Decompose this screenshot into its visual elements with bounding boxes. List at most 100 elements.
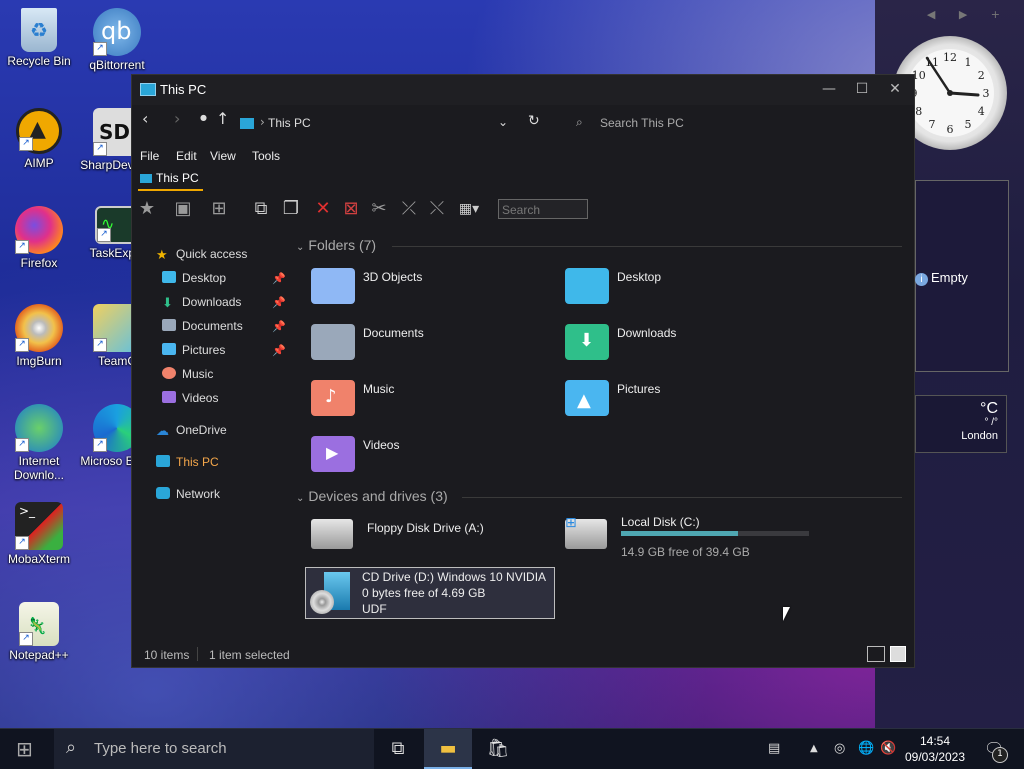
address-dropdown-icon[interactable]: ⌄ — [498, 115, 508, 129]
tab-this-pc[interactable]: This PC — [138, 171, 203, 191]
desktop-icon-internet-download-manager[interactable]: ↗ Internet Downlo... — [0, 404, 78, 482]
nav-desktop[interactable]: Desktop — [162, 268, 226, 288]
tray-overflow-icon[interactable]: ▲ — [810, 729, 818, 769]
drive-floppy[interactable]: Floppy Disk Drive (A:) — [311, 515, 551, 555]
weather-temps: ° /° — [984, 417, 998, 428]
minimize-button[interactable]: — — [812, 75, 846, 103]
desktop-icon-firefox[interactable]: ↗ Firefox — [0, 206, 78, 270]
folder-videos[interactable]: ▶ Videos — [311, 436, 551, 486]
pin-icon[interactable]: 📌 — [272, 296, 286, 309]
store-icon[interactable]: 🛍 — [474, 729, 522, 769]
nav-documents[interactable]: Documents — [162, 316, 243, 336]
disconnect-icon[interactable]: ⤫ — [398, 199, 420, 219]
nav-network[interactable]: Network — [156, 484, 220, 504]
desktop-icon-notepadpp[interactable]: 🦎 ↗ Notepad++ — [0, 602, 78, 662]
search-input[interactable]: Search This PC — [600, 116, 684, 130]
group-divider — [462, 497, 902, 498]
title-bar[interactable]: This PC — ☐ ✕ — [132, 75, 914, 105]
delete-window-icon[interactable]: ⊠ — [340, 199, 362, 219]
remove-icon[interactable]: ⤬ — [426, 199, 448, 219]
pictures-folder-icon: ▲ — [565, 380, 609, 416]
windows-drive-icon: ⊞ — [565, 515, 607, 549]
maximize-button[interactable]: ☐ — [845, 75, 879, 103]
view-options-icon[interactable]: ▦▾ — [458, 199, 480, 219]
favorite-star-icon[interactable]: ★ — [136, 199, 158, 219]
close-button[interactable]: ✕ — [878, 75, 912, 103]
taskbar-search-box[interactable]: ⌕ Type here to search — [54, 729, 374, 769]
this-pc-icon — [140, 174, 152, 183]
windows-stack-icon[interactable]: ❐ — [280, 199, 302, 219]
address-path[interactable]: This PC — [268, 116, 311, 130]
desktop-icon-mobaxterm[interactable]: >_ ↗ MobaXterm — [0, 502, 78, 566]
windows-logo-icon[interactable]: ⊞ — [208, 199, 230, 219]
folder-3d-objects[interactable]: 3D Objects — [311, 268, 551, 318]
status-bar: 10 items 1 item selected — [132, 643, 914, 667]
pin-icon[interactable]: 📌 — [272, 272, 286, 285]
clock-numeral: 5 — [965, 118, 972, 131]
desktop-icon-recycle-bin[interactable]: ♻ Recycle Bin — [0, 8, 78, 68]
pin-icon[interactable]: 📌 — [272, 320, 286, 333]
clock-numeral: 8 — [915, 105, 922, 118]
desktop-icon-imgburn[interactable]: ↗ ImgBurn — [0, 304, 78, 368]
search-icon: ⌕ — [66, 737, 77, 758]
desktop-icon-aimp[interactable]: ▲ ↗ AIMP — [0, 108, 78, 170]
group-divider — [392, 246, 902, 247]
nav-onedrive[interactable]: ☁ OneDrive — [156, 420, 227, 440]
status-divider — [197, 647, 198, 661]
taskbar-clock[interactable]: 14:54 09/03/2023 — [900, 733, 970, 765]
videos-folder-icon: ▶ — [311, 436, 355, 472]
clock-numeral: 7 — [929, 118, 936, 131]
drive-cd-d[interactable]: CD Drive (D:) Windows 10 NVIDIA 0 bytes … — [305, 567, 555, 619]
folder-pictures[interactable]: ▲ Pictures — [565, 380, 805, 430]
firefox-icon: ↗ — [15, 206, 63, 254]
desktop-folder-icon — [162, 271, 176, 283]
recent-dot-icon[interactable]: ● — [200, 113, 207, 122]
folder-music[interactable]: ♪ Music — [311, 380, 551, 430]
refresh-icon[interactable]: ↻ — [528, 113, 540, 129]
folder-downloads[interactable]: ⬇ Downloads — [565, 324, 805, 374]
drive-local-c[interactable]: ⊞ Local Disk (C:) 14.9 GB free of 39.4 G… — [565, 515, 825, 559]
map-drive-icon[interactable]: ⧉ — [250, 199, 272, 219]
nav-downloads[interactable]: ⬇ Downloads — [162, 292, 241, 312]
up-arrow-icon[interactable]: ↑ — [216, 109, 229, 128]
toolbar-search-input[interactable]: Search — [498, 199, 588, 219]
gadget-nav-arrows[interactable]: ◀ ▶ + — [927, 8, 1010, 21]
forward-icon[interactable]: › — [174, 109, 180, 128]
menu-edit[interactable]: Edit — [176, 149, 197, 163]
start-button[interactable]: ⊞ — [16, 737, 42, 761]
nav-this-pc[interactable]: This PC — [156, 452, 219, 472]
properties-icon[interactable]: ▣ — [172, 199, 194, 219]
weather-gadget[interactable]: °C ° /° London — [915, 395, 1007, 453]
notepadpp-icon: 🦎 ↗ — [19, 602, 59, 646]
downloads-folder-icon: ⬇ — [565, 324, 609, 360]
menu-file[interactable]: File — [140, 149, 159, 163]
folders-group-header[interactable]: ⌄ Folders (7) — [296, 237, 376, 253]
network-icon — [156, 487, 170, 499]
large-icons-view-icon[interactable] — [890, 646, 906, 662]
volume-muted-icon[interactable]: 🔇 — [880, 729, 896, 769]
star-icon: ★ — [156, 247, 168, 262]
drives-group-header[interactable]: ⌄ Devices and drives (3) — [296, 488, 448, 504]
status-item-count: 10 items — [144, 648, 190, 662]
camera-icon[interactable]: ◎ — [834, 729, 845, 769]
task-view-icon[interactable]: ⧉ — [374, 729, 422, 769]
cloud-icon: ☁ — [156, 423, 169, 438]
menu-tools[interactable]: Tools — [252, 149, 280, 163]
file-explorer-taskbar-icon[interactable]: ▬ — [424, 729, 472, 769]
news-widget-icon[interactable]: ▤ — [768, 729, 780, 769]
cut-icon[interactable]: ✂ — [368, 199, 390, 219]
network-globe-icon[interactable]: 🌐 — [858, 729, 874, 769]
mobaxterm-icon: >_ ↗ — [15, 502, 63, 550]
nav-pictures[interactable]: Pictures — [162, 340, 225, 360]
pin-icon[interactable]: 📌 — [272, 344, 286, 357]
folder-desktop[interactable]: Desktop — [565, 268, 805, 318]
folder-documents[interactable]: Documents — [311, 324, 551, 374]
nav-videos[interactable]: Videos — [162, 388, 218, 408]
desktop-icon-qbittorrent[interactable]: qb ↗ qBittorrent — [78, 8, 156, 72]
nav-music[interactable]: Music — [162, 364, 213, 384]
back-icon[interactable]: ‹ — [142, 109, 148, 128]
details-view-icon[interactable] — [867, 646, 885, 662]
menu-view[interactable]: View — [210, 149, 236, 163]
nav-quick-access[interactable]: ★ Quick access — [156, 244, 247, 264]
delete-icon[interactable]: ✕ — [312, 199, 334, 219]
